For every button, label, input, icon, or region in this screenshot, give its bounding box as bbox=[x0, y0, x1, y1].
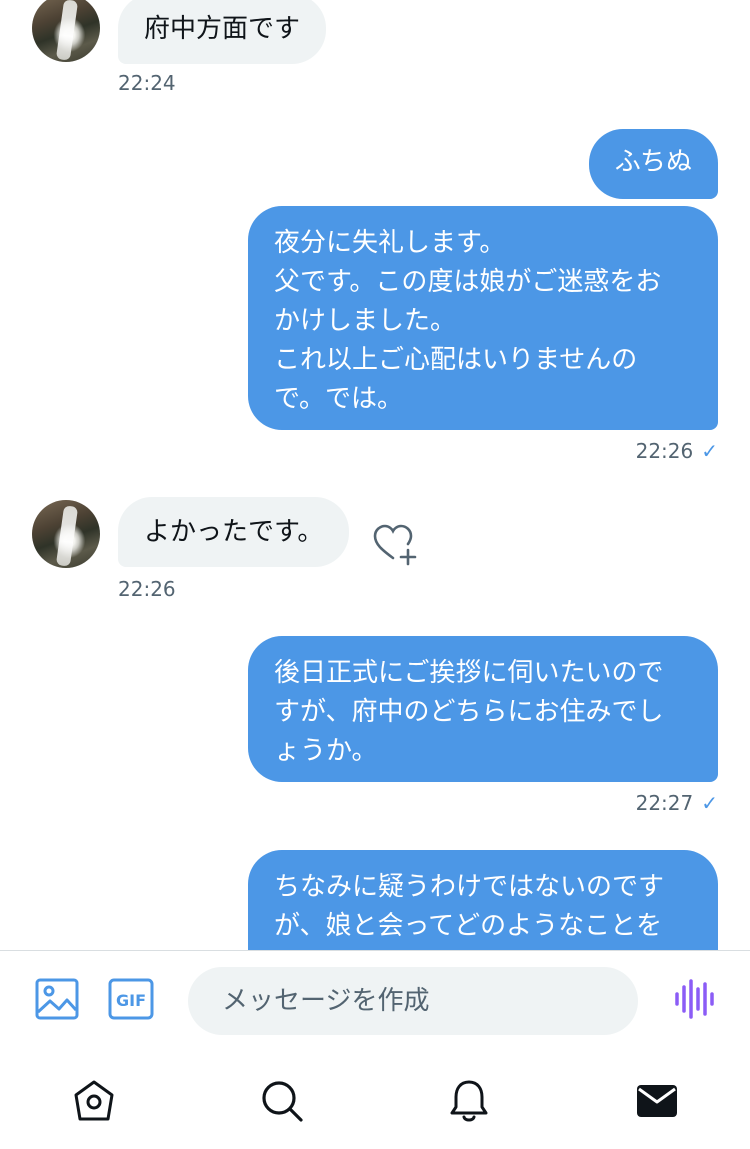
message-input[interactable] bbox=[188, 967, 638, 1035]
message-timestamp: 22:26 bbox=[118, 577, 176, 601]
message-timestamp: 22:24 bbox=[118, 71, 176, 95]
gif-icon[interactable]: GIF bbox=[108, 976, 154, 1022]
message-text: ふちぬ bbox=[614, 147, 692, 177]
message-line: すが、府中のどちらにお住みでし bbox=[274, 697, 664, 727]
message-line: かけしました。 bbox=[274, 306, 457, 336]
gif-label: GIF bbox=[116, 991, 146, 1010]
message-text: よかったです。 bbox=[144, 517, 324, 547]
sent-check-icon: ✓ bbox=[701, 791, 718, 815]
image-icon[interactable] bbox=[34, 976, 80, 1022]
incoming-message[interactable]: よかったです。 bbox=[118, 497, 350, 567]
home-icon[interactable] bbox=[69, 1076, 119, 1126]
outgoing-message[interactable]: 夜分に失礼します。 父です。この度は娘がご迷惑をお かけしました。 これ以上ご心… bbox=[248, 206, 718, 430]
message-line: 夜分に失礼します。 bbox=[274, 228, 506, 258]
message-status: 22:27 ✓ bbox=[636, 791, 718, 815]
message-line: ちなみに疑うわけではないのです bbox=[274, 872, 665, 902]
voice-wave-icon[interactable] bbox=[670, 976, 716, 1022]
message-line: で。では。 bbox=[274, 384, 403, 414]
heart-plus-icon[interactable] bbox=[372, 522, 418, 568]
search-icon[interactable] bbox=[257, 1076, 307, 1126]
contact-avatar[interactable] bbox=[32, 0, 100, 62]
incoming-message[interactable]: 府中方面です bbox=[118, 0, 327, 64]
outgoing-message[interactable]: ちなみに疑うわけではないのです が、娘と会ってどのようなことを bbox=[248, 850, 718, 950]
message-line: ょうか。 bbox=[274, 736, 378, 766]
outgoing-message[interactable]: 後日正式にご挨拶に伺いたいので すが、府中のどちらにお住みでし ょうか。 bbox=[248, 636, 718, 782]
message-timestamp: 22:26 bbox=[635, 439, 694, 463]
message-line: これ以上ご心配はいりませんの bbox=[274, 345, 638, 375]
bell-icon[interactable] bbox=[444, 1076, 494, 1126]
message-line: 父です。この度は娘がご迷惑をお bbox=[274, 267, 662, 297]
message-line: が、娘と会ってどのようなことを bbox=[274, 911, 663, 941]
sent-check-icon: ✓ bbox=[701, 439, 718, 463]
message-timestamp: 22:27 bbox=[635, 791, 694, 815]
message-text: 府中方面です bbox=[144, 14, 301, 44]
outgoing-message[interactable]: ふちぬ bbox=[588, 129, 718, 199]
message-line: 後日正式にご挨拶に伺いたいので bbox=[274, 658, 664, 688]
message-status: 22:26 ✓ bbox=[636, 439, 718, 463]
conversation-thread: 府中方面です 22:24 ふちぬ 夜分に失礼します。 父です。この度は娘がご迷惑… bbox=[0, 0, 750, 950]
mail-icon[interactable] bbox=[632, 1076, 682, 1126]
contact-avatar[interactable] bbox=[32, 500, 100, 568]
